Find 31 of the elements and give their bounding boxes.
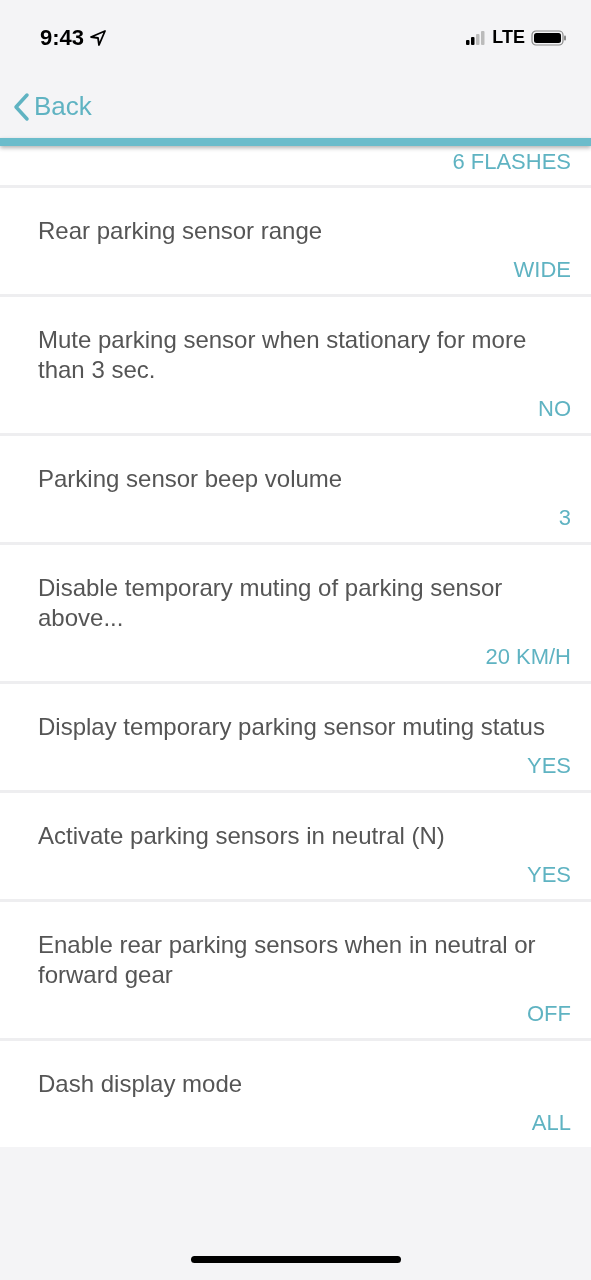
setting-label: Mute parking sensor when stationary for more than 3 sec. — [38, 325, 528, 385]
setting-label: Display temporary parking sensor muting status — [38, 712, 546, 742]
setting-value: OFF — [527, 1000, 571, 1028]
chevron-left-icon — [12, 91, 30, 122]
setting-label: Parking sensor beep volume — [38, 464, 344, 494]
setting-row[interactable]: Dash display mode ALL — [0, 1041, 591, 1147]
setting-label: Enable rear parking sensors when in neutral or forward gear — [38, 930, 537, 990]
setting-value: YES — [526, 752, 571, 780]
setting-value: 20 KM/H — [485, 643, 571, 671]
setting-label: Disable temporary muting of parking sensor above... — [38, 573, 504, 633]
status-time: 9:43 — [40, 24, 85, 51]
network-label: LTE — [492, 27, 525, 48]
setting-value: NO — [538, 395, 571, 423]
setting-value: 3 — [558, 504, 571, 532]
setting-value: WIDE — [513, 256, 571, 284]
setting-row[interactable]: Display temporary parking sensor muting status YES — [0, 684, 591, 790]
setting-label: Rear parking sensor range — [38, 216, 324, 246]
setting-label: Activate parking sensors in neutral (N) — [38, 821, 446, 851]
setting-label: Dash display mode — [38, 1069, 244, 1099]
setting-row[interactable]: Mute parking sensor when stationary for more than 3 sec. NO — [0, 297, 591, 433]
location-icon — [90, 29, 107, 46]
setting-value: ALL — [531, 1109, 571, 1137]
setting-row[interactable]: Enable rear parking sensors when in neutral or forward gear OFF — [0, 902, 591, 1038]
setting-value: YES — [526, 861, 571, 889]
setting-row[interactable]: Disable temporary muting of parking sensor above... 20 KM/H — [0, 545, 591, 681]
setting-row[interactable]: Activate parking sensors in neutral (N) YES — [0, 793, 591, 899]
setting-value: 6 FLASHES — [452, 148, 571, 176]
battery-icon — [531, 29, 567, 46]
setting-row[interactable]: Parking sensor beep volume 3 — [0, 436, 591, 542]
signal-icon — [466, 30, 487, 45]
setting-row[interactable]: Rear parking sensor range WIDE — [0, 188, 591, 294]
